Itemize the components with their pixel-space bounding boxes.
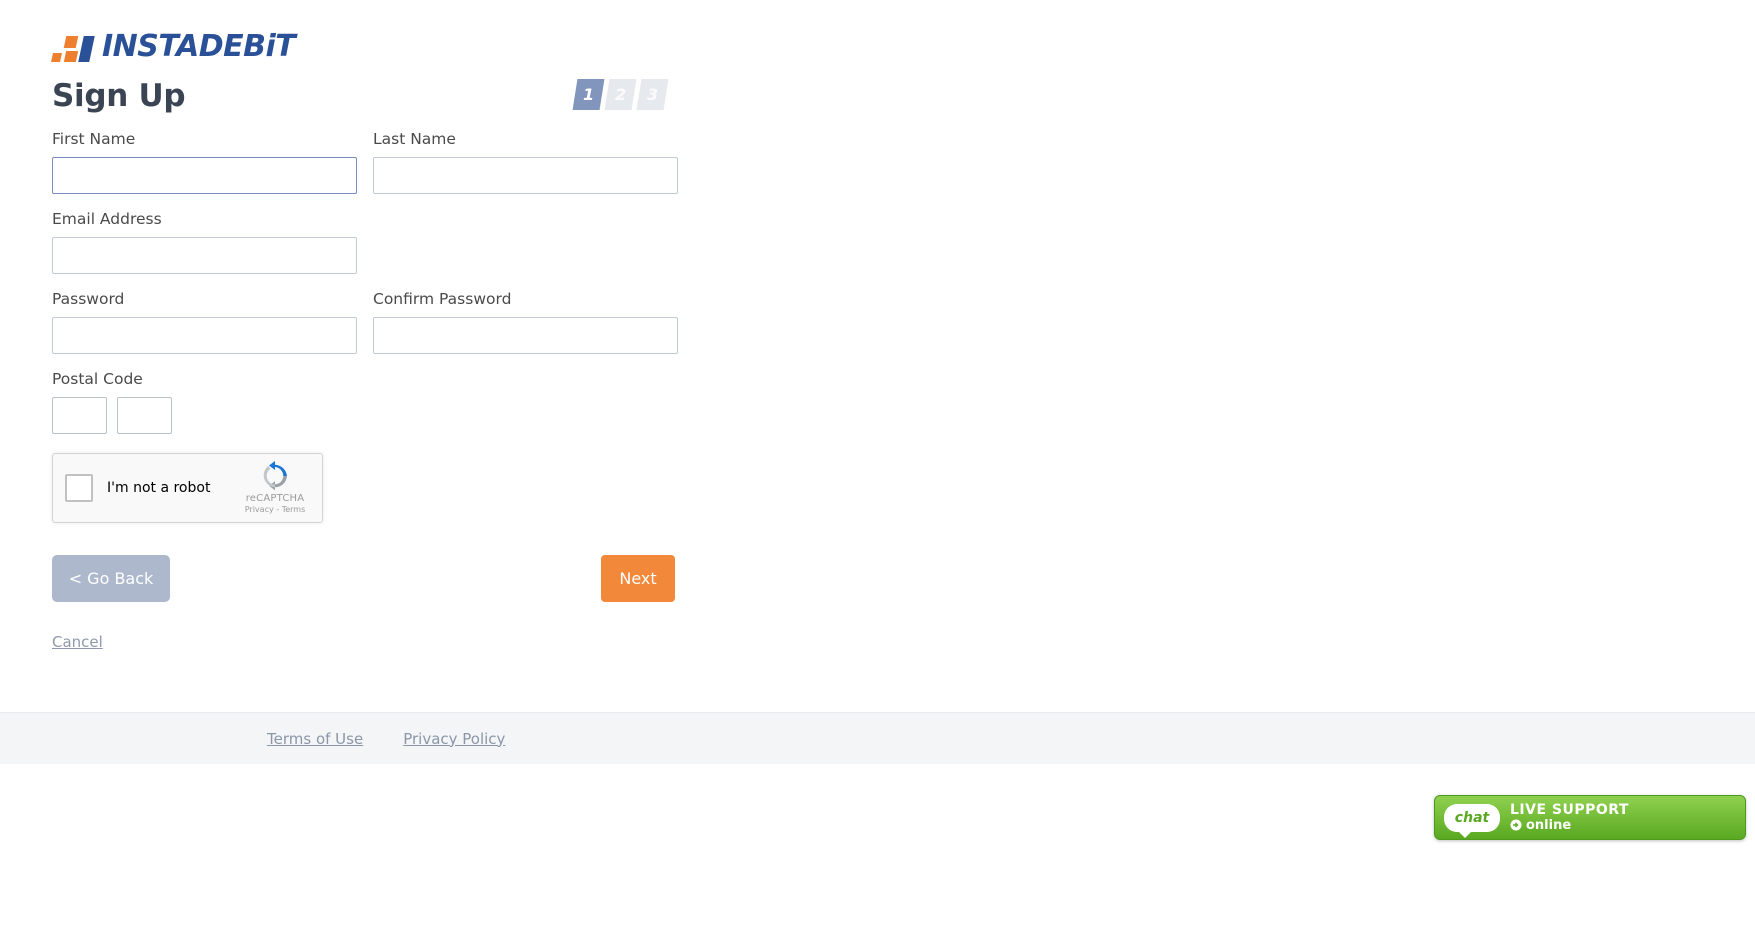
step-1[interactable]: 1 bbox=[572, 79, 605, 110]
terms-of-use-link[interactable]: Terms of Use bbox=[267, 730, 363, 748]
password-input[interactable] bbox=[52, 317, 357, 354]
privacy-policy-link[interactable]: Privacy Policy bbox=[403, 730, 505, 748]
live-support-status: online bbox=[1510, 818, 1629, 833]
step-2[interactable]: 2 bbox=[604, 79, 637, 110]
instadebit-logo[interactable]: INSTADEBiT bbox=[51, 22, 296, 64]
email-label: Email Address bbox=[52, 210, 162, 228]
recaptcha-checkbox[interactable] bbox=[65, 474, 93, 502]
live-support-text: LIVE SUPPORT online bbox=[1510, 801, 1629, 833]
recaptcha-widget[interactable]: I'm not a robot reCAPTCHA Privacy - Term… bbox=[52, 453, 323, 523]
postal-code-part2-input[interactable] bbox=[117, 397, 172, 434]
postal-code-label: Postal Code bbox=[52, 370, 143, 388]
step-indicator: 1 2 3 bbox=[572, 79, 669, 110]
recaptcha-branding: reCAPTCHA Privacy - Terms bbox=[237, 461, 313, 515]
online-arrow-icon bbox=[1510, 819, 1522, 831]
confirm-password-label: Confirm Password bbox=[373, 290, 512, 308]
email-input[interactable] bbox=[52, 237, 357, 274]
last-name-field: Last Name bbox=[373, 128, 678, 194]
recaptcha-privacy-link[interactable]: Privacy bbox=[245, 505, 274, 514]
first-name-label: First Name bbox=[52, 130, 136, 148]
first-name-field: First Name bbox=[52, 128, 357, 194]
step-2-label: 2 bbox=[614, 85, 627, 104]
password-field: Password bbox=[52, 288, 357, 354]
go-back-button[interactable]: < Go Back bbox=[52, 555, 170, 602]
page-title: Sign Up bbox=[52, 78, 186, 114]
recaptcha-logo-icon bbox=[237, 461, 313, 493]
chat-bubble-label: chat bbox=[1454, 809, 1490, 826]
next-button[interactable]: Next bbox=[601, 555, 675, 602]
live-support-status-label: online bbox=[1526, 817, 1572, 833]
email-field: Email Address bbox=[52, 208, 357, 274]
logo-bars-icon bbox=[51, 32, 98, 62]
recaptcha-label: I'm not a robot bbox=[107, 480, 211, 496]
last-name-input[interactable] bbox=[373, 157, 678, 194]
recaptcha-legal: Privacy - Terms bbox=[237, 505, 313, 515]
live-support-widget[interactable]: chat LIVE SUPPORT online bbox=[1434, 795, 1746, 840]
confirm-password-input[interactable] bbox=[373, 317, 678, 354]
first-name-input[interactable] bbox=[52, 157, 357, 194]
recaptcha-separator: - bbox=[276, 505, 280, 514]
step-3[interactable]: 3 bbox=[636, 79, 669, 110]
step-1-label: 1 bbox=[582, 85, 595, 104]
logo-wordmark: INSTADEBiT bbox=[102, 29, 296, 64]
step-3-label: 3 bbox=[646, 85, 659, 104]
chat-bubble-icon: chat bbox=[1444, 803, 1500, 838]
last-name-label: Last Name bbox=[373, 130, 456, 148]
cancel-link[interactable]: Cancel bbox=[52, 633, 103, 651]
postal-code-field: Postal Code bbox=[52, 368, 692, 434]
recaptcha-terms-link[interactable]: Terms bbox=[282, 505, 306, 514]
live-support-title: LIVE SUPPORT bbox=[1510, 801, 1629, 818]
password-label: Password bbox=[52, 290, 125, 308]
signup-form: First Name Last Name Email Address Passw… bbox=[52, 128, 692, 448]
confirm-password-field: Confirm Password bbox=[373, 288, 678, 354]
signup-page: INSTADEBiT Sign Up 1 2 3 First Name Last… bbox=[0, 0, 1755, 948]
recaptcha-brand-text: reCAPTCHA bbox=[245, 493, 305, 504]
footer: Terms of Use Privacy Policy bbox=[0, 712, 1755, 764]
postal-code-part1-input[interactable] bbox=[52, 397, 107, 434]
